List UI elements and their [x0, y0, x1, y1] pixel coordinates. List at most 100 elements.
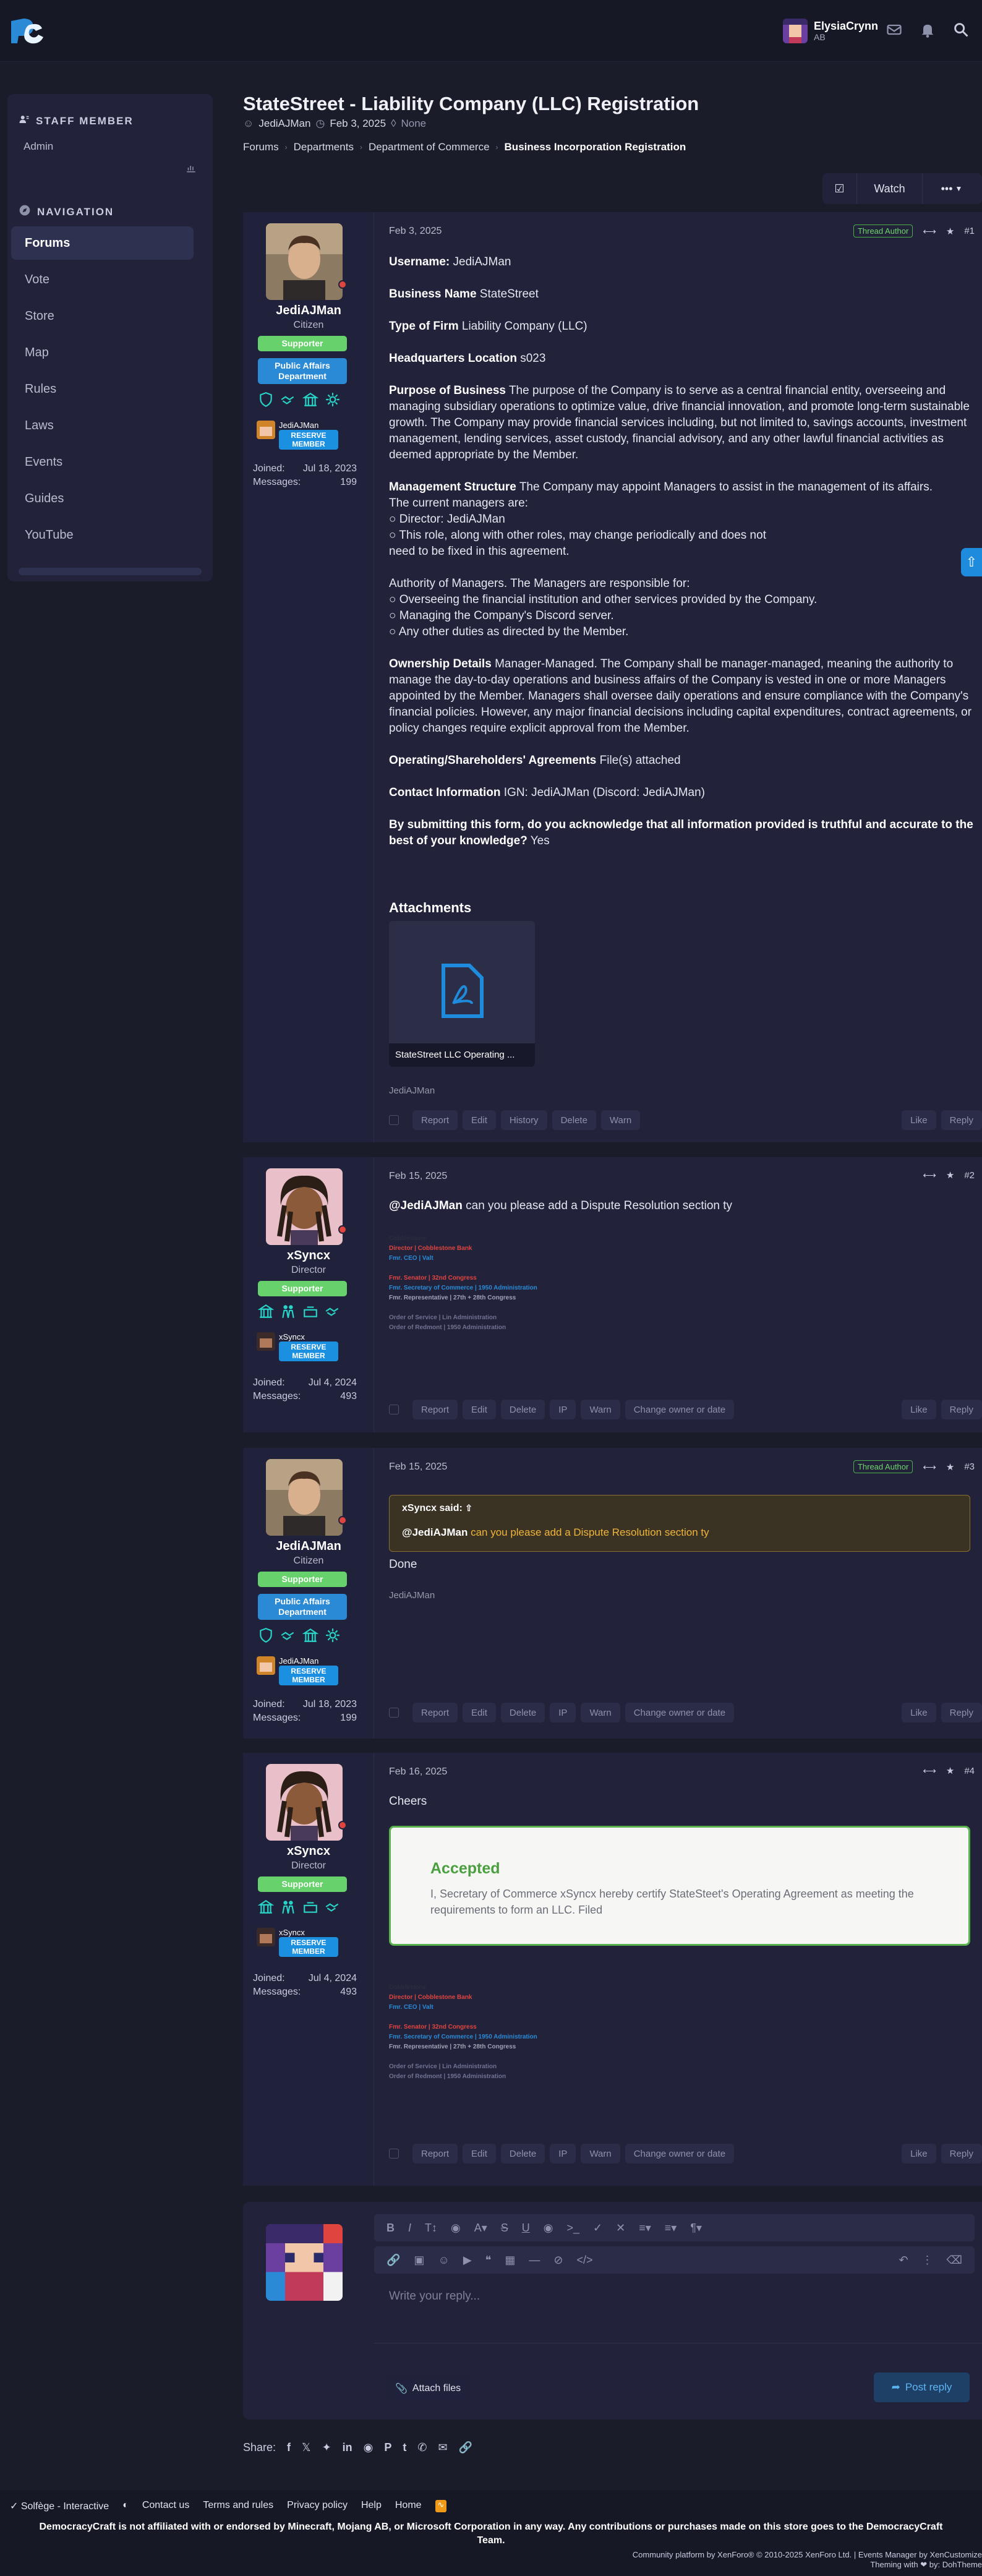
post-username[interactable]: JediAJMan — [243, 304, 374, 318]
sidebar-item-map[interactable]: Map — [11, 336, 194, 369]
post-number[interactable]: #3 — [964, 1461, 975, 1472]
attach-files-button[interactable]: 📎 Attach files — [386, 2376, 470, 2401]
horizontal-rule-icon[interactable]: — — [529, 2254, 540, 2267]
edit-button[interactable]: Edit — [463, 1400, 496, 1419]
post-username[interactable]: xSyncx — [243, 1844, 374, 1859]
mask-icon[interactable]: ◉ — [544, 2222, 553, 2235]
reply-button[interactable]: Reply — [941, 1400, 982, 1419]
theme-toggle-icon[interactable]: ◐ — [122, 2500, 129, 2512]
footer-link-home[interactable]: Home — [395, 2500, 422, 2512]
bookmark-icon[interactable]: ★ — [946, 1461, 954, 1473]
sidebar-scrollbar[interactable] — [19, 568, 202, 575]
x-icon[interactable]: 𝕏 — [302, 2441, 311, 2454]
breadcrumb-commerce[interactable]: Department of Commerce — [369, 141, 490, 153]
sidebar-item-forums[interactable]: Forums — [11, 226, 194, 260]
align-icon[interactable]: ≡▾ — [665, 2222, 677, 2235]
email-icon[interactable]: ✉ — [438, 2441, 447, 2454]
sidebar-item-rules[interactable]: Rules — [11, 372, 194, 406]
post-reply-button[interactable]: ➦ Post reply — [874, 2373, 970, 2402]
report-button[interactable]: Report — [412, 1110, 458, 1130]
attachment-card[interactable]: StateStreet LLC Operating ... — [389, 921, 535, 1067]
reply-input[interactable]: Write your reply... — [389, 2290, 480, 2303]
media-icon[interactable]: ▶ — [463, 2254, 472, 2267]
footer-link-help[interactable]: Help — [361, 2500, 382, 2512]
more-icon[interactable]: ⋮ — [922, 2254, 933, 2267]
change-owner-button[interactable]: Change owner or date — [625, 2144, 735, 2163]
like-button[interactable]: Like — [902, 2144, 936, 2163]
delete-button[interactable]: Delete — [500, 1703, 545, 1722]
inbox-icon[interactable] — [886, 21, 903, 38]
sidebar-item-events[interactable]: Events — [11, 445, 194, 479]
post-date[interactable]: Feb 3, 2025 — [374, 226, 442, 237]
warn-button[interactable]: Warn — [581, 1703, 620, 1722]
rss-icon[interactable]: ∿ — [435, 2500, 447, 2512]
attachment-name[interactable]: StateStreet LLC Operating ... — [389, 1043, 535, 1067]
warn-button[interactable]: Warn — [600, 1110, 641, 1130]
clear-format-icon[interactable]: ✕ — [616, 2222, 625, 2235]
post-date[interactable]: Feb 15, 2025 — [374, 1171, 447, 1182]
avatar[interactable] — [266, 1764, 343, 1841]
palette-icon[interactable]: ◉ — [451, 2222, 461, 2235]
warn-button[interactable]: Warn — [581, 2144, 620, 2163]
ip-button[interactable]: IP — [550, 2144, 576, 2163]
quote-icon[interactable]: ❝ — [485, 2254, 492, 2267]
share-icon[interactable]: ⟷ — [923, 1170, 936, 1181]
report-button[interactable]: Report — [412, 2144, 458, 2163]
change-owner-button[interactable]: Change owner or date — [625, 1703, 735, 1722]
post-number[interactable]: #4 — [964, 1766, 975, 1776]
sidebar-item-store[interactable]: Store — [11, 299, 194, 333]
code-inline-icon[interactable]: >_ — [567, 2222, 580, 2235]
thread-date[interactable]: Feb 3, 2025 — [330, 118, 386, 130]
post-number[interactable]: #1 — [964, 226, 975, 236]
report-button[interactable]: Report — [412, 1400, 458, 1419]
ip-button[interactable]: IP — [550, 1703, 576, 1722]
post-username[interactable]: xSyncx — [243, 1249, 374, 1263]
share-icon[interactable]: ⟷ — [923, 226, 936, 237]
scroll-to-top-button[interactable]: ⇧ — [961, 548, 982, 576]
bluesky-icon[interactable]: ✦ — [322, 2441, 331, 2454]
watch-button[interactable]: Watch — [857, 173, 923, 204]
code-icon[interactable]: </> — [576, 2254, 592, 2267]
image-icon[interactable]: ▣ — [414, 2254, 424, 2267]
user-mention[interactable]: @JediAJMan — [389, 1199, 463, 1212]
spoiler-icon[interactable]: ⊘ — [553, 2254, 563, 2267]
site-logo[interactable] — [9, 16, 45, 47]
delete-button[interactable]: Delete — [500, 2144, 545, 2163]
warn-button[interactable]: Warn — [581, 1400, 620, 1419]
quote-author[interactable]: xSyncx said: ⇧ — [402, 1503, 472, 1514]
sidebar-item-vote[interactable]: Vote — [11, 263, 194, 296]
link-icon[interactable]: 🔗 — [386, 2254, 400, 2267]
footer-link-contact[interactable]: Contact us — [142, 2500, 189, 2512]
breadcrumb-forums[interactable]: Forums — [243, 141, 279, 153]
post-username[interactable]: JediAJMan — [243, 1539, 374, 1554]
delete-button[interactable]: Delete — [500, 1400, 545, 1419]
delete-button[interactable]: Delete — [552, 1110, 596, 1130]
like-button[interactable]: Like — [902, 1110, 936, 1130]
bookmark-icon[interactable]: ★ — [946, 1170, 954, 1181]
breadcrumb-departments[interactable]: Departments — [294, 141, 354, 153]
font-icon[interactable]: A▾ — [474, 2222, 487, 2235]
reddit-icon[interactable]: ◉ — [364, 2441, 374, 2454]
select-checkbox[interactable] — [389, 1708, 399, 1718]
post-date[interactable]: Feb 16, 2025 — [374, 1766, 447, 1778]
linkedin-icon[interactable]: in — [343, 2441, 352, 2454]
pinterest-icon[interactable]: P — [384, 2441, 391, 2454]
italic-icon[interactable]: I — [408, 2222, 411, 2235]
avatar[interactable] — [266, 223, 343, 300]
more-options-button[interactable]: ••• ▼ — [923, 173, 981, 204]
share-icon[interactable]: ⟷ — [923, 1461, 936, 1473]
underline-icon[interactable]: U — [522, 2222, 530, 2235]
report-button[interactable]: Report — [412, 1703, 458, 1722]
facebook-icon[interactable]: f — [287, 2441, 291, 2454]
edit-button[interactable]: Edit — [463, 1703, 496, 1722]
sidebar-item-admin[interactable]: Admin — [23, 140, 53, 153]
sidebar-item-guides[interactable]: Guides — [11, 482, 194, 515]
share-icon[interactable]: ⟷ — [923, 1765, 936, 1776]
chart-icon[interactable] — [186, 162, 197, 176]
bookmark-icon[interactable]: ★ — [946, 1765, 954, 1776]
check-icon[interactable]: ✓ — [593, 2222, 602, 2235]
ip-button[interactable]: IP — [550, 1400, 576, 1419]
reply-button[interactable]: Reply — [941, 1703, 982, 1722]
bold-icon[interactable]: B — [386, 2222, 395, 2235]
avatar[interactable] — [266, 1459, 343, 1536]
